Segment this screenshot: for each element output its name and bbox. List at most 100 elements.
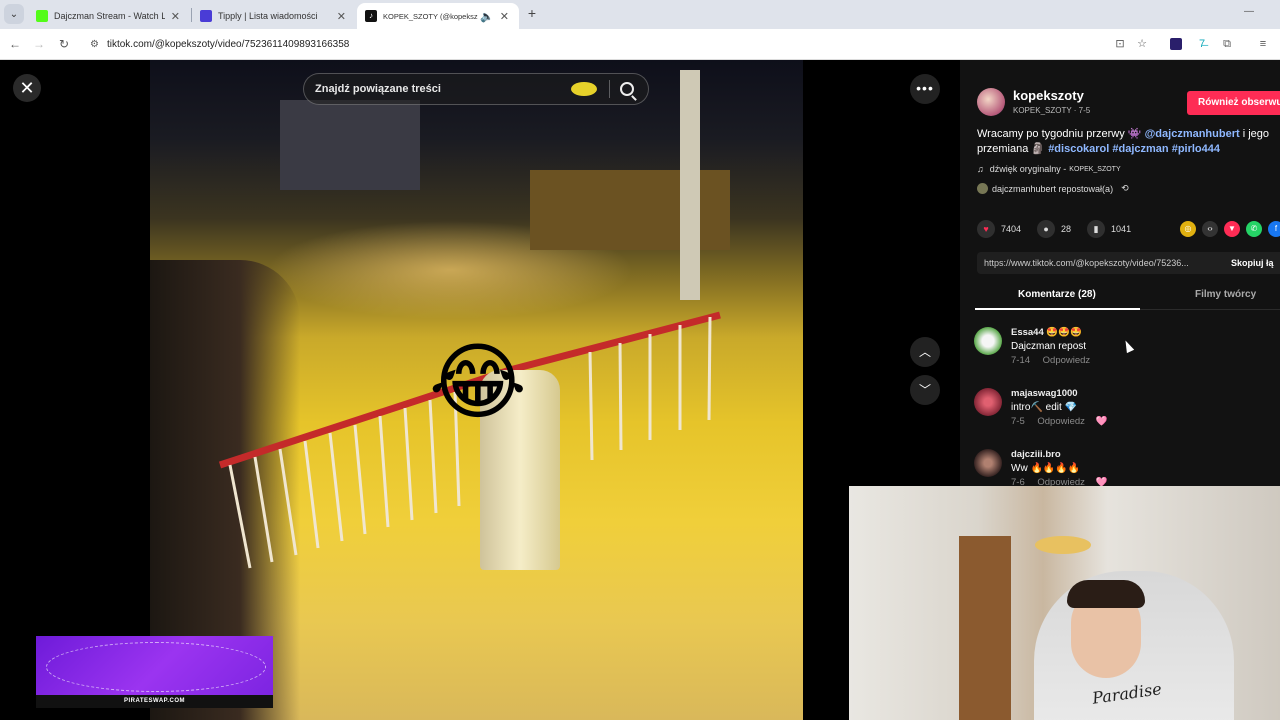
address-bar[interactable]: ⚙ tiktok.com/@kopekszoty/video/752361140… — [82, 33, 1162, 56]
speaker-icon[interactable]: 🔈 — [480, 10, 494, 23]
repost-icon: ⟲ — [1121, 183, 1129, 193]
save-count: 1041 — [1111, 224, 1132, 234]
new-tab-button[interactable]: + — [524, 5, 540, 23]
browser-tab-tipply[interactable]: Tipply | Lista wiadomości ✕ — [192, 3, 356, 29]
save-button[interactable]: ▮ 1041 — [1087, 220, 1131, 238]
background-building — [280, 100, 420, 190]
forward-icon[interactable]: → — [30, 35, 48, 53]
tab-search-dropdown-icon[interactable]: ⌄ — [4, 4, 24, 24]
like-count: 7404 — [1001, 224, 1022, 234]
copy-link-button[interactable]: Skopiuj łą — [1231, 252, 1274, 274]
translate-extension-icon[interactable]: 7̶ — [1195, 37, 1209, 51]
share-link-box[interactable]: https://www.tiktok.com/@kopekszoty/video… — [977, 252, 1280, 274]
extensions-puzzle-icon[interactable]: ⧉ — [1220, 37, 1234, 51]
commenter-avatar[interactable] — [974, 327, 1002, 355]
minimize-icon[interactable]: — — [1244, 6, 1254, 17]
panel-tabs: Komentarze (28) Filmy twórcy — [975, 283, 1280, 310]
hashtag-link[interactable]: #discokarol — [1048, 143, 1109, 155]
install-app-icon[interactable]: ⊡ — [1113, 37, 1127, 51]
search-icon[interactable] — [620, 82, 634, 96]
background-building — [530, 170, 730, 250]
laughing-emoji-overlay: 😂 — [428, 335, 528, 429]
moai-emoji-icon: 🗿 — [1031, 143, 1046, 155]
comment-meta: 7-14 Odpowiedz — [1011, 355, 1090, 366]
search-suggestion-badge — [571, 82, 597, 96]
coin-share-icon[interactable]: ◎ — [1180, 221, 1196, 237]
follow-back-button[interactable]: Również obserwuj — [1187, 91, 1280, 115]
extension-icon[interactable] — [1170, 38, 1182, 50]
close-tab-icon[interactable]: ✕ — [500, 10, 509, 23]
streamer-hair — [1067, 580, 1145, 608]
comment-text: Dajczman repost — [1011, 341, 1087, 352]
reload-icon[interactable]: ↻ — [55, 35, 73, 53]
music-link[interactable]: ♫ dźwięk oryginalny - KOPEK_SZOTY — [977, 164, 1121, 174]
author-avatar[interactable] — [977, 88, 1005, 116]
author-username[interactable]: kopekszoty — [1013, 88, 1084, 103]
tab-title: Tipply | Lista wiadomości — [218, 11, 318, 21]
commenter-name[interactable]: Essa44 🤩🤩🤩 — [1011, 327, 1082, 338]
commenter-name[interactable]: dajcziii.bro — [1011, 449, 1061, 460]
tab-title: Dajczman Stream - Watch Live — [54, 11, 165, 21]
comment-item: majaswag1000 intro⛏️ edit 💎 7-5 Odpowied… — [974, 388, 1274, 446]
tab-creator-videos[interactable]: Filmy twórcy — [1195, 289, 1256, 300]
facebook-icon[interactable]: f — [1268, 221, 1280, 237]
more-options-icon[interactable]: ••• — [910, 74, 940, 104]
close-video-icon[interactable]: ✕ — [13, 74, 41, 102]
ceiling-lamp — [1035, 536, 1091, 554]
comment-count: 28 — [1061, 224, 1072, 234]
previous-video-icon[interactable]: ︿ — [910, 337, 940, 367]
decorative-swirl — [46, 642, 266, 692]
search-divider — [609, 80, 610, 98]
bookmark-icon: ▮ — [1087, 220, 1106, 238]
video-description: Wracamy po tygodniu przerwy 👾 @dajczmanh… — [977, 127, 1280, 157]
browser-tab-kick[interactable]: Dajczman Stream - Watch Live ✕ — [28, 3, 190, 29]
back-icon[interactable]: ← — [6, 35, 24, 53]
comment-text: Ww 🔥🔥🔥🔥 — [1011, 463, 1081, 474]
reposter-avatar — [977, 183, 988, 194]
related-search-box[interactable]: Znajdź powiązane treści — [303, 73, 649, 105]
author-subtitle: KOPEK_SZOTY · 7-5 — [1013, 106, 1091, 115]
commenter-avatar[interactable] — [974, 388, 1002, 416]
like-button[interactable]: ♥ 7404 — [977, 220, 1021, 238]
music-author: KOPEK_SZOTY — [1069, 165, 1121, 173]
sponsor-overlay: PIRATESWAP.COM — [36, 636, 273, 708]
embed-icon[interactable]: ‹› — [1202, 221, 1218, 237]
mention-link[interactable]: @dajczmanhubert — [1145, 128, 1240, 140]
tab-comments[interactable]: Komentarze (28) — [1018, 289, 1096, 300]
tiktok-icon: ♪ — [365, 10, 377, 22]
url-text: tiktok.com/@kopekszoty/video/75236114098… — [106, 39, 350, 50]
comment-item: Essa44 🤩🤩🤩 Dajczman repost 7-14 Odpowied… — [974, 327, 1274, 385]
hashtag-link[interactable]: #pirlo444 — [1172, 143, 1220, 155]
video-player[interactable]: 😂 — [150, 60, 803, 720]
tab-title: KOPEK_SZOTY (@kopekszoty) — [383, 11, 478, 21]
browser-tab-tiktok[interactable]: ♪ KOPEK_SZOTY (@kopekszoty) 🔈 ✕ — [357, 3, 519, 29]
repost-info: dajczmanhubert repostował(a) ⟲ — [977, 183, 1129, 194]
reply-button[interactable]: Odpowiedz — [1043, 355, 1091, 366]
search-placeholder: Znajdź powiązane treści — [315, 83, 441, 95]
commenter-name[interactable]: majaswag1000 — [1011, 388, 1078, 399]
close-tab-icon[interactable]: ✕ — [337, 10, 346, 23]
share-link-text: https://www.tiktok.com/@kopekszoty/video… — [984, 258, 1189, 268]
reply-button[interactable]: Odpowiedz — [1037, 416, 1085, 427]
bookmark-star-icon[interactable]: ☆ — [1135, 37, 1149, 51]
send-to-friends-icon[interactable]: ▼ — [1224, 221, 1240, 237]
music-note-icon: ♫ — [977, 164, 984, 174]
next-video-icon[interactable]: ﹀ — [910, 375, 940, 405]
commenter-avatar[interactable] — [974, 449, 1002, 477]
whatsapp-icon[interactable]: ✆ — [1246, 221, 1262, 237]
lamp-post — [680, 70, 700, 300]
site-info-icon[interactable]: ⚙ — [90, 39, 99, 50]
description-text: Wracamy po tygodniu przerwy — [977, 128, 1125, 140]
description-text: przemiana — [977, 143, 1029, 155]
heart-icon: ♥ — [977, 220, 995, 238]
close-tab-icon[interactable]: ✕ — [171, 10, 180, 23]
comment-button[interactable]: ● 28 — [1037, 220, 1071, 238]
menu-icon[interactable]: ≡ — [1256, 37, 1270, 51]
tab-bar: ⌄ Dajczman Stream - Watch Live ✕ Tipply … — [0, 0, 1280, 29]
hashtag-link[interactable]: #dajczman — [1112, 143, 1168, 155]
comment-text: intro⛏️ edit 💎 — [1011, 402, 1078, 413]
comment-date: 7-14 — [1011, 355, 1031, 366]
sponsor-text: PIRATESWAP.COM — [36, 695, 273, 708]
tipply-icon — [200, 10, 212, 22]
emoji-icon: 👾 — [1127, 128, 1142, 140]
